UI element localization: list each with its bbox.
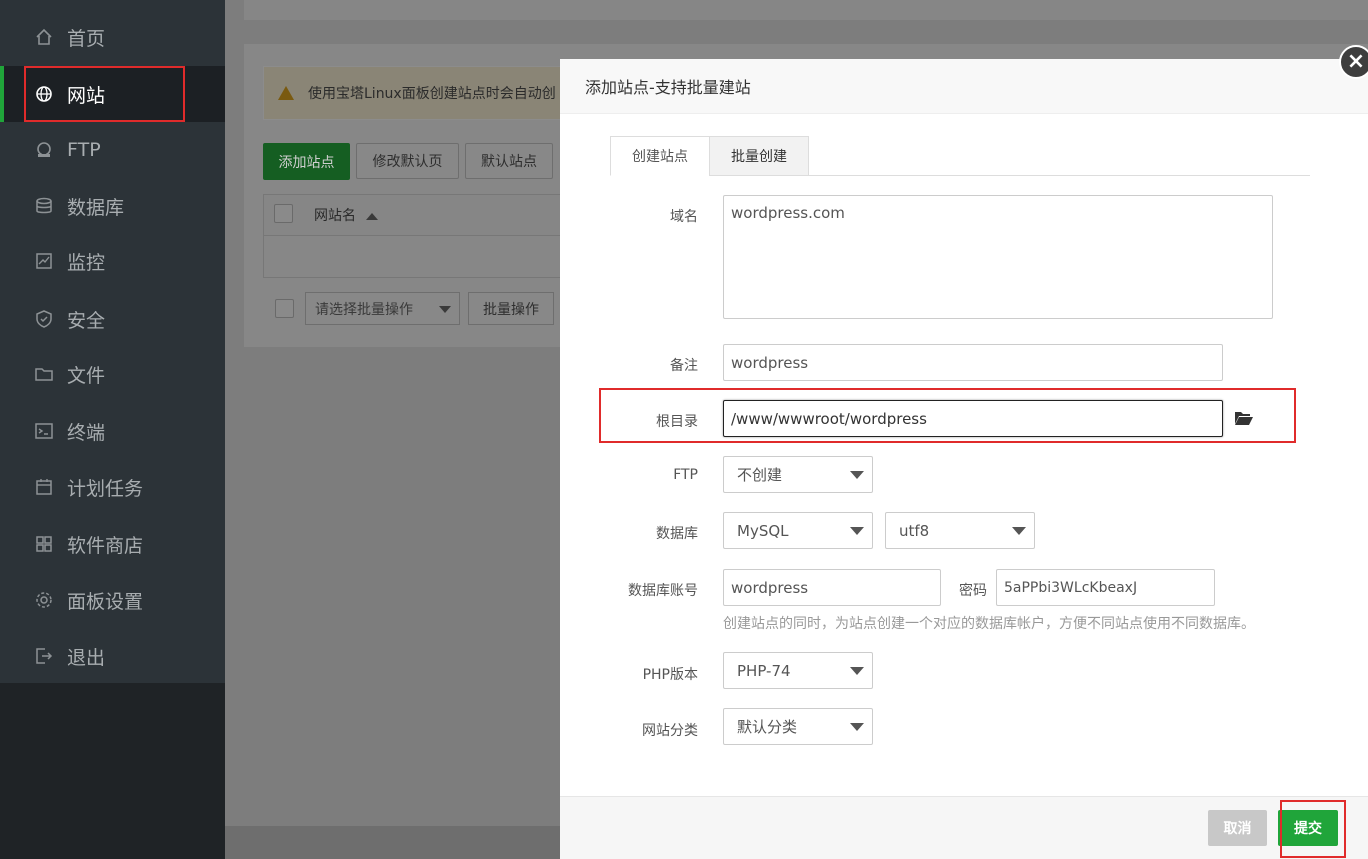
label-domain: 域名 [670,209,698,225]
sidebar-item-logout[interactable]: 退出 [0,628,225,684]
chevron-down-icon [850,527,864,535]
annotation-highlight-website [24,66,185,122]
chevron-down-icon [439,306,451,313]
logout-icon [34,646,54,666]
annotation-highlight-submit [1280,800,1346,858]
batch-checkbox[interactable] [275,299,294,318]
label-db-account: 数据库账号 [628,583,698,599]
warning-icon [278,86,294,100]
database-type-select[interactable]: MySQL [723,512,873,549]
sidebar-item-label: 安全 [67,309,106,332]
sidebar-item-label: 面板设置 [67,590,144,613]
sidebar-item-label: 计划任务 [67,477,144,500]
sidebar-item-label: FTP [67,139,101,161]
table-header [263,194,563,236]
gear-icon [34,590,54,610]
table-empty-row [263,236,563,278]
monitor-icon [34,251,54,271]
label-db-password: 密码 [959,583,987,599]
notice-banner: 使用宝塔Linux面板创建站点时会自动创 [263,66,563,120]
sort-asc-icon [366,212,379,220]
sidebar-item-label: 数据库 [67,196,125,219]
sidebar-item-label: 软件商店 [67,534,144,557]
home-icon [34,27,54,47]
sidebar-item-app-store[interactable]: 软件商店 [0,516,225,572]
db-password-input[interactable]: 5aPPbi3WLcKbeaxJ [996,569,1215,606]
remark-input[interactable]: wordpress [723,344,1223,381]
site-category-select[interactable]: 默认分类 [723,708,873,745]
chevron-down-icon [1012,527,1026,535]
annotation-highlight-root-dir [599,388,1296,443]
cancel-button[interactable]: 取消 [1208,810,1267,846]
php-version-select[interactable]: PHP-74 [723,652,873,689]
dialog-tabs: 创建站点 批量创建 [610,136,1310,176]
chevron-down-icon [850,723,864,731]
sidebar-item-monitor[interactable]: 监控 [0,233,225,289]
sidebar-item-cron[interactable]: 计划任务 [0,459,225,515]
label-php-version: PHP版本 [642,667,698,683]
sidebar-item-label: 文件 [67,364,106,387]
calendar-icon [34,477,54,497]
sidebar-item-security[interactable]: 安全 [0,291,225,347]
folder-icon [34,364,54,384]
chevron-down-icon [850,471,864,479]
ftp-icon [34,140,54,160]
batch-action-select[interactable]: 请选择批量操作 [305,292,460,325]
add-site-button[interactable]: 添加站点 [263,143,350,180]
modify-default-page-button[interactable]: 修改默认页 [356,143,459,179]
sidebar-item-terminal[interactable]: 终端 [0,403,225,459]
breadcrumb [244,0,1368,20]
db-account-input[interactable]: wordpress [723,569,941,606]
ftp-select[interactable]: 不创建 [723,456,873,493]
terminal-icon [34,421,54,441]
sidebar-item-database[interactable]: 数据库 [0,178,225,234]
database-charset-select[interactable]: utf8 [885,512,1035,549]
label-site-category: 网站分类 [642,723,698,739]
dialog-header: 添加站点-支持批量建站 [560,59,1368,114]
sidebar-item-files[interactable]: 文件 [0,346,225,402]
notice-text: 使用宝塔Linux面板创建站点时会自动创 [308,86,556,102]
sidebar-item-panel-settings[interactable]: 面板设置 [0,572,225,628]
column-site-name[interactable]: 网站名 [314,205,379,225]
close-icon[interactable]: × [1339,45,1368,79]
select-all-checkbox[interactable] [274,204,293,223]
sidebar-bottom [0,683,225,859]
batch-action-button[interactable]: 批量操作 [468,292,554,325]
label-ftp: FTP [673,467,698,483]
default-site-button[interactable]: 默认站点 [465,143,553,179]
sidebar-item-ftp[interactable]: FTP [0,122,225,178]
label-remark: 备注 [670,358,698,374]
sidebar-item-label: 退出 [67,646,106,669]
db-hint-text: 创建站点的同时，为站点创建一个对应的数据库帐户，方便不同站点使用不同数据库。 [723,616,1255,632]
database-icon [34,196,54,216]
apps-icon [34,534,54,554]
domain-textarea[interactable] [723,195,1273,319]
sidebar-item-label: 终端 [67,421,106,444]
sidebar-item-label: 首页 [67,27,106,50]
sidebar-item-home[interactable]: 首页 [0,9,225,65]
label-database: 数据库 [656,526,698,542]
chevron-down-icon [850,667,864,675]
tab-batch-create[interactable]: 批量创建 [709,136,809,176]
shield-icon [34,309,54,329]
dialog-title: 添加站点-支持批量建站 [585,78,751,97]
tab-create-site[interactable]: 创建站点 [610,136,710,176]
main-footer [225,826,560,859]
sidebar-item-label: 监控 [67,251,106,274]
